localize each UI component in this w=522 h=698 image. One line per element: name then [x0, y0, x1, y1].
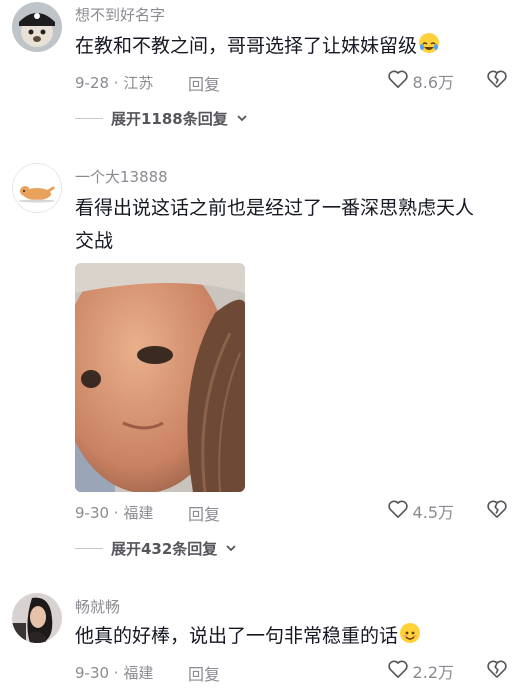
heart-icon	[387, 69, 409, 93]
divider-line	[75, 118, 103, 119]
like-count: 4.5万	[412, 503, 454, 522]
reply-button[interactable]: 回复	[188, 71, 220, 95]
comment-date-location: 9-30 · 福建	[75, 664, 154, 682]
heart-icon	[387, 659, 409, 683]
username[interactable]: 一个大13888	[75, 166, 168, 187]
broken-heart-icon	[486, 660, 508, 683]
like-button[interactable]: 2.2万	[387, 659, 454, 683]
dislike-button[interactable]	[486, 499, 508, 523]
smiling-emoji-icon	[400, 623, 421, 643]
expand-label: 展开1188条回复	[111, 110, 228, 128]
like-count: 2.2万	[412, 663, 454, 682]
broken-heart-icon	[486, 500, 508, 523]
dislike-button[interactable]	[486, 659, 508, 683]
expand-replies-button[interactable]: 展开1188条回复	[75, 108, 248, 129]
divider-line	[75, 548, 103, 549]
comment-date-location: 9-28 · 江苏	[75, 74, 154, 92]
like-button[interactable]: 4.5万	[387, 499, 454, 523]
dislike-button[interactable]	[486, 69, 508, 93]
chevron-down-icon	[236, 110, 248, 128]
username[interactable]: 畅就畅	[75, 596, 120, 617]
expand-replies-button[interactable]: 展开432条回复	[75, 538, 237, 559]
crying-laughing-emoji-icon	[419, 33, 440, 53]
comment-image[interactable]	[75, 263, 245, 492]
username[interactable]: 想不到好名字	[75, 4, 165, 25]
avatar[interactable]	[12, 593, 62, 643]
avatar[interactable]	[12, 163, 62, 213]
like-count: 8.6万	[412, 73, 454, 92]
broken-heart-icon	[486, 70, 508, 93]
comment-text: 他真的好棒，说出了一句非常稳重的话	[75, 620, 505, 653]
reply-button[interactable]: 回复	[188, 501, 220, 525]
reply-button[interactable]: 回复	[188, 661, 220, 685]
comment-text: 在教和不教之间，哥哥选择了让妹妹留级	[75, 30, 505, 63]
like-button[interactable]: 8.6万	[387, 69, 454, 93]
comment-date-location: 9-30 · 福建	[75, 504, 154, 522]
chevron-down-icon	[225, 540, 237, 558]
avatar[interactable]	[12, 2, 62, 52]
expand-label: 展开432条回复	[111, 540, 218, 558]
comment-text: 看得出说这话之前也是经过了一番深思熟虑天人 交战	[75, 197, 475, 252]
heart-icon	[387, 499, 409, 523]
